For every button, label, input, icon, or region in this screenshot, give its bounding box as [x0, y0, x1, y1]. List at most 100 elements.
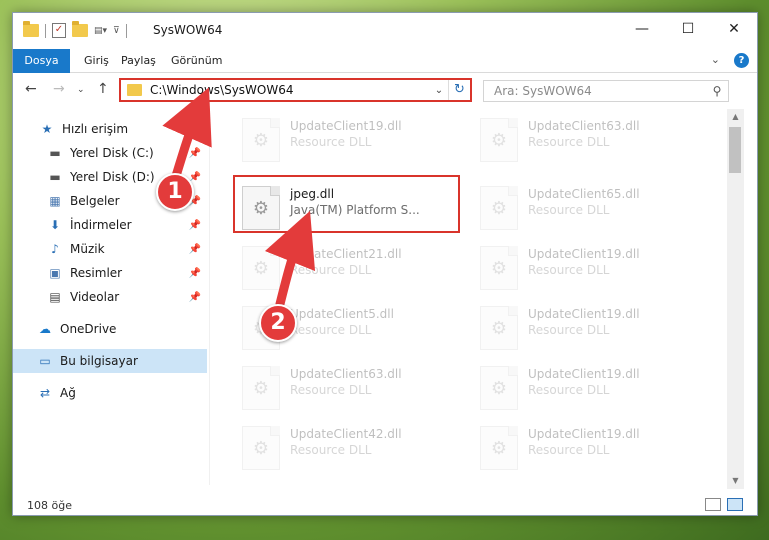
- details-view-icon[interactable]: [705, 498, 721, 511]
- list-item[interactable]: ⚙ UpdateClient21.dll Resource DLL: [237, 241, 467, 295]
- folder-icon: [127, 84, 142, 96]
- step-badge-2: 2: [259, 304, 297, 342]
- sidebar-item-this-pc[interactable]: ▭ Bu bilgisayar: [13, 349, 207, 373]
- file-name: UpdateClient63.dll: [528, 119, 640, 133]
- file-description: Resource DLL: [290, 135, 372, 149]
- tab-file[interactable]: Dosya: [13, 49, 70, 73]
- list-item[interactable]: ⚙ UpdateClient19.dll Resource DLL: [475, 301, 705, 355]
- toolbar-divider: [125, 23, 127, 38]
- list-item[interactable]: ⚙ UpdateClient19.dll Resource DLL: [475, 421, 705, 475]
- maximize-button[interactable]: ☐: [665, 13, 711, 45]
- file-name: UpdateClient19.dll: [528, 307, 640, 321]
- sidebar-item-network[interactable]: ⇄ Ağ: [13, 381, 207, 405]
- address-bar[interactable]: C:\Windows\SysWOW64 ⌄ ↻: [119, 78, 472, 102]
- pin-icon[interactable]: 📌: [189, 148, 201, 159]
- dll-file-icon: ⚙: [480, 118, 518, 162]
- folder-icon[interactable]: [23, 21, 39, 37]
- sidebar-item-label: Resimler: [70, 266, 123, 280]
- file-name: UpdateClient21.dll: [290, 247, 402, 261]
- tab-share[interactable]: Paylaş: [121, 49, 156, 73]
- minimize-button[interactable]: —: [619, 13, 665, 45]
- list-item[interactable]: ⚙ UpdateClient65.dll Resource DLL: [475, 181, 705, 235]
- refresh-icon[interactable]: ↻: [448, 80, 470, 100]
- pin-icon[interactable]: 📌: [189, 292, 201, 303]
- file-name: UpdateClient63.dll: [290, 367, 402, 381]
- sidebar-item-label: Müzik: [70, 242, 105, 256]
- sidebar-item-label: Hızlı erişim: [62, 122, 129, 136]
- file-description: Resource DLL: [290, 443, 372, 457]
- pin-icon[interactable]: 📌: [189, 268, 201, 279]
- file-description: Resource DLL: [528, 263, 610, 277]
- new-folder-icon[interactable]: [72, 21, 88, 37]
- sidebar-item-downloads[interactable]: ⬇ İndirmeler 📌: [13, 213, 207, 237]
- file-description: Resource DLL: [528, 203, 610, 217]
- file-description: Resource DLL: [290, 323, 372, 337]
- search-box[interactable]: Ara: SysWOW64 ⚲: [483, 80, 729, 102]
- tab-home[interactable]: Giriş: [84, 49, 109, 73]
- scroll-down-icon[interactable]: ▼: [727, 473, 744, 489]
- file-description: Resource DLL: [528, 323, 610, 337]
- sidebar-item-pictures[interactable]: ▣ Resimler 📌: [13, 261, 207, 285]
- dll-file-icon: ⚙: [480, 186, 518, 230]
- sidebar-item-label: Videolar: [70, 290, 120, 304]
- search-input[interactable]: Ara: SysWOW64: [494, 84, 706, 98]
- videos-icon: ▤: [49, 290, 61, 304]
- sidebar-item-label: İndirmeler: [70, 218, 132, 232]
- dll-file-icon: ⚙: [242, 366, 280, 410]
- chevron-down-icon[interactable]: ⌄: [430, 85, 448, 96]
- step-badge-1: 1: [156, 173, 194, 211]
- sidebar-item-label: OneDrive: [60, 322, 117, 336]
- sidebar-item-videos[interactable]: ▤ Videolar 📌: [13, 285, 207, 309]
- file-description: Resource DLL: [528, 383, 610, 397]
- expand-ribbon-icon[interactable]: ⌄: [711, 53, 720, 68]
- dll-file-icon: ⚙: [480, 306, 518, 350]
- file-name: UpdateClient19.dll: [528, 427, 640, 441]
- back-arrow-icon[interactable]: ←: [25, 81, 37, 97]
- sidebar-item-onedrive[interactable]: ☁ OneDrive: [13, 317, 207, 341]
- list-item[interactable]: ⚙ UpdateClient19.dll Resource DLL: [237, 113, 467, 167]
- recent-locations-chevron-icon[interactable]: ⌄: [77, 85, 85, 95]
- forward-arrow-icon[interactable]: →: [53, 81, 65, 97]
- up-arrow-icon[interactable]: ↑: [97, 81, 109, 97]
- cloud-icon: ☁: [39, 322, 51, 336]
- view-toggle: [705, 498, 743, 511]
- dll-file-icon: ⚙: [242, 246, 280, 290]
- dll-file-icon: ⚙: [242, 426, 280, 470]
- list-item[interactable]: ⚙ UpdateClient63.dll Resource DLL: [237, 361, 467, 415]
- close-button[interactable]: ✕: [711, 13, 757, 45]
- drive-icon: ▬: [49, 170, 61, 184]
- drive-icon: ▬: [49, 146, 61, 160]
- list-item[interactable]: ⚙ UpdateClient63.dll Resource DLL: [475, 113, 705, 167]
- chevron-down-icon[interactable]: ⊽: [113, 26, 120, 36]
- file-name: UpdateClient19.dll: [290, 119, 402, 133]
- sidebar-item-label: Yerel Disk (C:): [70, 146, 154, 160]
- sidebar-item-label: Yerel Disk (D:): [70, 170, 155, 184]
- address-path[interactable]: C:\Windows\SysWOW64: [150, 83, 430, 97]
- search-icon[interactable]: ⚲: [706, 84, 728, 98]
- window-controls: — ☐ ✕: [619, 13, 757, 45]
- item-count: 108 öğe: [27, 498, 72, 512]
- sidebar-item-quick-access[interactable]: ★ Hızlı erişim: [13, 117, 207, 141]
- sidebar-item-local-disk-c[interactable]: ▬ Yerel Disk (C:) 📌: [13, 141, 207, 165]
- list-item[interactable]: ⚙ UpdateClient19.dll Resource DLL: [475, 361, 705, 415]
- pin-icon[interactable]: 📌: [189, 244, 201, 255]
- file-name: UpdateClient42.dll: [290, 427, 402, 441]
- scrollbar-thumb[interactable]: [729, 127, 741, 173]
- help-icon[interactable]: ?: [734, 53, 749, 68]
- list-item[interactable]: ⚙ UpdateClient19.dll Resource DLL: [475, 241, 705, 295]
- vertical-scrollbar[interactable]: ▲ ▼: [727, 109, 744, 489]
- dll-file-icon: ⚙: [242, 118, 280, 162]
- list-item[interactable]: ⚙ UpdateClient42.dll Resource DLL: [237, 421, 467, 475]
- file-description: Resource DLL: [528, 443, 610, 457]
- scroll-up-icon[interactable]: ▲: [727, 109, 744, 125]
- tab-view[interactable]: Görünüm: [171, 49, 222, 73]
- pin-icon[interactable]: 📌: [189, 220, 201, 231]
- sidebar-item-music[interactable]: ♪ Müzik 📌: [13, 237, 207, 261]
- network-icon: ⇄: [39, 386, 51, 400]
- large-icons-view-icon[interactable]: [727, 498, 743, 511]
- customize-toolbar-icon[interactable]: ▤▾: [94, 26, 107, 36]
- properties-icon[interactable]: ✓: [52, 23, 66, 38]
- file-name: UpdateClient19.dll: [528, 247, 640, 261]
- sidebar-item-label: Ağ: [60, 386, 76, 400]
- navigation-bar: ← → ⌄ ↑ C:\Windows\SysWOW64 ⌄ ↻ Ara: Sys…: [13, 75, 757, 105]
